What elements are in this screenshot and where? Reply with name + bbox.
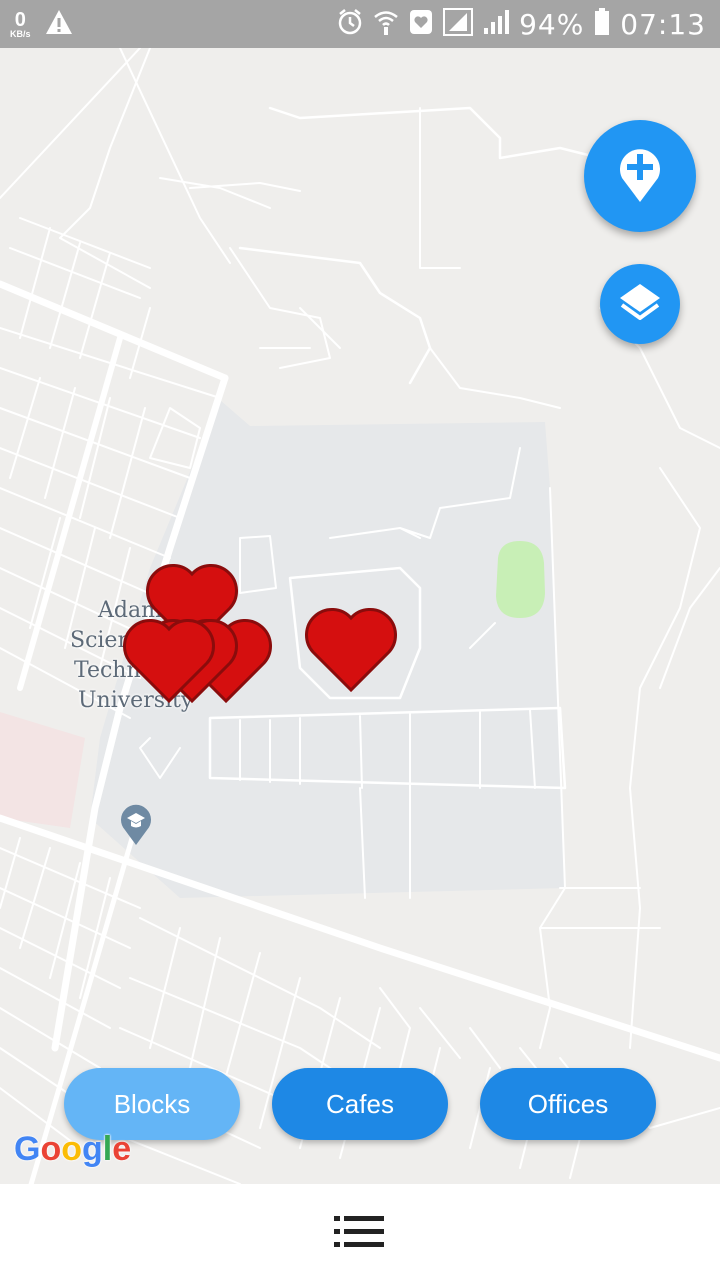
battery-icon xyxy=(594,7,610,41)
graduation-cap-icon[interactable] xyxy=(119,802,153,851)
bottom-bar xyxy=(0,1184,720,1280)
signal-icon xyxy=(443,7,474,41)
heart-marker[interactable] xyxy=(303,606,399,699)
heart-status-icon xyxy=(409,9,433,40)
add-location-icon xyxy=(616,144,664,209)
wifi-icon xyxy=(373,8,399,41)
network-speed-value: 0 xyxy=(14,8,26,31)
menu-button[interactable] xyxy=(334,1214,386,1250)
clock: 07:13 xyxy=(620,7,706,41)
map-view[interactable]: Adam Scien Techn University Blocks Cafes… xyxy=(0,48,720,1184)
add-location-button[interactable] xyxy=(584,120,696,232)
battery-percent: 94% xyxy=(519,7,585,41)
map-layers-button[interactable] xyxy=(600,264,680,344)
list-icon xyxy=(334,1216,386,1254)
status-bar: 0 KB/s 94% 07:13 xyxy=(0,0,720,48)
cafes-filter-button[interactable]: Cafes xyxy=(272,1068,448,1140)
signal-icon xyxy=(483,8,510,41)
network-speed: 0 KB/s xyxy=(10,10,31,39)
alarm-icon xyxy=(337,8,363,41)
layers-icon xyxy=(618,282,662,327)
google-logo: Google xyxy=(14,1130,132,1168)
offices-filter-button[interactable]: Offices xyxy=(480,1068,656,1140)
sports-field xyxy=(496,541,545,618)
heart-marker[interactable] xyxy=(121,617,217,710)
warning-icon xyxy=(45,9,73,40)
network-speed-unit: KB/s xyxy=(10,28,31,39)
